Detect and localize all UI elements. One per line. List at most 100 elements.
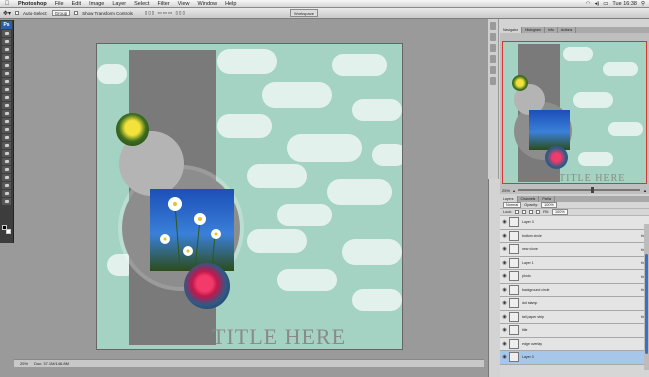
tool-button-icon[interactable] [2, 30, 11, 37]
menu-file[interactable]: File [51, 1, 68, 7]
zoom-slider[interactable] [518, 187, 641, 193]
fill-input[interactable]: 100% [551, 209, 568, 215]
tool-button-icon[interactable] [2, 46, 11, 53]
layer-row[interactable]: ◉ dot stamp [500, 297, 649, 311]
tool-button-icon[interactable] [2, 158, 11, 165]
wifi-icon[interactable]: ◠ [586, 1, 591, 7]
lock-all-icon[interactable] [536, 210, 541, 214]
menu-view[interactable]: View [174, 1, 194, 7]
visibility-eye-icon[interactable]: ◉ [500, 273, 509, 279]
tool-button-icon[interactable] [2, 190, 11, 197]
visibility-eye-icon[interactable]: ◉ [500, 341, 509, 347]
tool-button-icon[interactable] [2, 110, 11, 117]
tool-button-icon[interactable] [2, 70, 11, 77]
opacity-input[interactable]: 100% [541, 202, 557, 208]
tab-actions[interactable]: Actions [558, 27, 577, 33]
apple-menu-icon[interactable]:  [0, 1, 14, 7]
layer-row[interactable]: ◉ Layer 1 fx [500, 256, 649, 270]
zoom-level[interactable]: 25% [20, 361, 28, 366]
app-menu[interactable]: Photoshop [14, 1, 51, 7]
visibility-eye-icon[interactable]: ◉ [500, 287, 509, 293]
layer-row[interactable]: ◉ tall paper strip fx [500, 310, 649, 324]
panel-icon-3[interactable] [490, 44, 496, 52]
lock-transparency-icon[interactable] [515, 210, 520, 214]
visibility-eye-icon[interactable]: ◉ [500, 233, 509, 239]
tool-button-icon[interactable] [2, 182, 11, 189]
tool-button-icon[interactable] [2, 78, 11, 85]
visibility-eye-icon[interactable]: ◉ [500, 260, 509, 266]
layer-row[interactable]: ◉ Layer 0 [500, 351, 649, 365]
navigator-tabs: Navigator Histogram Info Actions [500, 27, 649, 33]
spotlight-icon[interactable]: ⚲ [641, 1, 645, 7]
lock-position-icon[interactable] [529, 210, 534, 214]
move-tool-icon[interactable]: ✥▾ [3, 10, 11, 17]
visibility-eye-icon[interactable]: ◉ [500, 219, 509, 225]
navigator-zoom-value[interactable]: 25% [502, 188, 510, 193]
visibility-eye-icon[interactable]: ◉ [500, 327, 509, 333]
panel-icon-1[interactable] [490, 22, 496, 30]
cloud [563, 47, 593, 61]
menu-window[interactable]: Window [194, 1, 222, 7]
document-canvas[interactable]: TITLE HERE [97, 44, 402, 349]
zoom-out-icon[interactable]: ▴ [513, 188, 515, 193]
layer-row[interactable]: ◉ title [500, 324, 649, 338]
layer-row[interactable]: ◉ photo fx [500, 270, 649, 284]
tool-button-icon[interactable] [2, 150, 11, 157]
layer-row[interactable]: ◉ edge overlay [500, 337, 649, 351]
tool-button-icon[interactable] [2, 142, 11, 149]
zoom-in-icon[interactable]: ▲ [643, 188, 647, 193]
tool-button-icon[interactable] [2, 62, 11, 69]
tool-button-icon[interactable] [2, 174, 11, 181]
tool-button-icon[interactable] [2, 118, 11, 125]
layer-row[interactable]: ◉ background circle fx [500, 283, 649, 297]
menu-filter[interactable]: Filter [153, 1, 173, 7]
visibility-eye-icon[interactable]: ◉ [500, 300, 509, 306]
battery-icon[interactable]: ▭ [603, 1, 608, 7]
panel-icon-2[interactable] [490, 33, 496, 41]
tool-button-icon[interactable] [2, 38, 11, 45]
visibility-eye-icon[interactable]: ◉ [500, 246, 509, 252]
tool-button-icon[interactable] [2, 198, 11, 205]
doc-info[interactable]: Doc: 37.1M/146.8M [34, 361, 69, 366]
layer-row[interactable]: ◉ new clone fx [500, 243, 649, 257]
tab-info[interactable]: Info [545, 27, 558, 33]
visibility-eye-icon[interactable]: ◉ [500, 354, 509, 360]
menu-edit[interactable]: Edit [68, 1, 85, 7]
tool-button-icon[interactable] [2, 102, 11, 109]
panel-icon-5[interactable] [490, 66, 496, 74]
menubar-clock[interactable]: Tue 16:38 [612, 1, 637, 7]
menu-image[interactable]: Image [85, 1, 108, 7]
visibility-eye-icon[interactable]: ◉ [500, 314, 509, 320]
volume-icon[interactable]: ◂) [595, 1, 600, 7]
menu-help[interactable]: Help [221, 1, 240, 7]
layer-name: tall paper strip [522, 314, 544, 319]
auto-select-checkbox[interactable] [15, 11, 20, 15]
align-buttons[interactable]: ▯▯▯ ▭▭▭ ▯▯▯ [145, 10, 186, 16]
layers-scroll-thumb[interactable] [645, 254, 648, 354]
layer-thumbnail [509, 257, 519, 268]
tab-histogram[interactable]: Histogram [522, 27, 545, 33]
layer-row[interactable]: ◉ bottom circle fx [500, 229, 649, 243]
blend-mode-dropdown[interactable]: Normal [503, 202, 522, 208]
tool-button-icon[interactable] [2, 134, 11, 141]
navigator-thumbnail[interactable]: TITLE HERE [502, 41, 647, 184]
tab-navigator[interactable]: Navigator [500, 27, 522, 33]
tool-button-icon[interactable] [2, 94, 11, 101]
zoom-slider-handle[interactable] [591, 187, 595, 193]
transform-controls-label: Show Transform Controls [82, 10, 133, 16]
tool-button-icon[interactable] [2, 126, 11, 133]
workspace-button[interactable]: Workspace [290, 9, 318, 17]
tool-button-icon[interactable] [2, 166, 11, 173]
tool-button-icon[interactable] [2, 54, 11, 61]
menu-select[interactable]: Select [130, 1, 153, 7]
layer-row[interactable]: ◉ Layer 3 [500, 216, 649, 230]
layers-scrollbar[interactable] [644, 224, 649, 370]
background-color-swatch[interactable] [6, 229, 11, 234]
menu-layer[interactable]: Layer [108, 1, 130, 7]
tool-button-icon[interactable] [2, 86, 11, 93]
auto-select-dropdown[interactable]: Group [51, 10, 71, 16]
panel-icon-6[interactable] [490, 77, 496, 85]
lock-image-icon[interactable] [522, 210, 527, 214]
transform-controls-checkbox[interactable] [74, 11, 79, 15]
panel-icon-4[interactable] [490, 55, 496, 63]
